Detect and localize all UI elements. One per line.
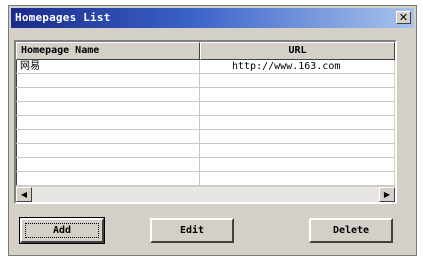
table-row[interactable] — [16, 74, 395, 88]
row-url-cell: http://www.163.com — [232, 61, 341, 72]
arrow-left-icon: ◀ — [20, 190, 28, 199]
close-button[interactable]: ✕ — [396, 11, 411, 24]
row-name-cell — [16, 88, 200, 101]
table-row[interactable] — [16, 102, 395, 116]
horizontal-scrollbar[interactable]: ◀ ▶ — [16, 186, 395, 202]
edit-button[interactable]: Edit — [150, 218, 234, 243]
row-url-cell — [200, 88, 395, 101]
row-url-cell — [200, 116, 395, 129]
row-url-cell — [200, 74, 395, 87]
column-header-homepage-name[interactable]: Homepage Name — [16, 42, 200, 60]
list-rows: 网易 http://www.163.com — [16, 60, 395, 186]
row-url-cell — [200, 144, 395, 157]
scroll-right-button[interactable]: ▶ — [379, 187, 395, 202]
title-bar: Homepages List ✕ — [11, 8, 414, 28]
scroll-left-button[interactable]: ◀ — [16, 187, 32, 202]
delete-button[interactable]: Delete — [309, 218, 393, 243]
table-row[interactable]: 网易 http://www.163.com — [16, 60, 395, 74]
column-header-url[interactable]: URL — [200, 42, 395, 60]
row-url-cell — [200, 102, 395, 115]
row-name-cell: 网易 — [16, 60, 200, 73]
add-button[interactable]: Add — [19, 217, 105, 244]
row-name-cell — [16, 130, 200, 143]
row-name-cell — [16, 172, 200, 185]
window-title: Homepages List — [15, 11, 111, 24]
table-row[interactable] — [16, 116, 395, 130]
table-row[interactable] — [16, 144, 395, 158]
table-row[interactable] — [16, 158, 395, 172]
table-row[interactable] — [16, 172, 395, 186]
row-url-cell — [200, 172, 395, 185]
row-name-cell — [16, 102, 200, 115]
focus-rectangle — [25, 223, 99, 238]
row-name-cell — [16, 74, 200, 87]
delete-button-label: Delete — [332, 225, 370, 236]
arrow-right-icon: ▶ — [383, 190, 391, 199]
table-row[interactable] — [16, 130, 395, 144]
row-name-cell — [16, 158, 200, 171]
row-url-cell — [200, 158, 395, 171]
edit-button-label: Edit — [179, 225, 205, 236]
row-url-cell — [200, 130, 395, 143]
close-icon: ✕ — [398, 11, 409, 24]
row-name-cell — [16, 116, 200, 129]
table-row[interactable] — [16, 88, 395, 102]
homepages-list[interactable]: Homepage Name URL 网易 http://www.163.com — [14, 40, 397, 204]
list-header: Homepage Name URL — [16, 42, 395, 60]
row-name-cell — [16, 144, 200, 157]
